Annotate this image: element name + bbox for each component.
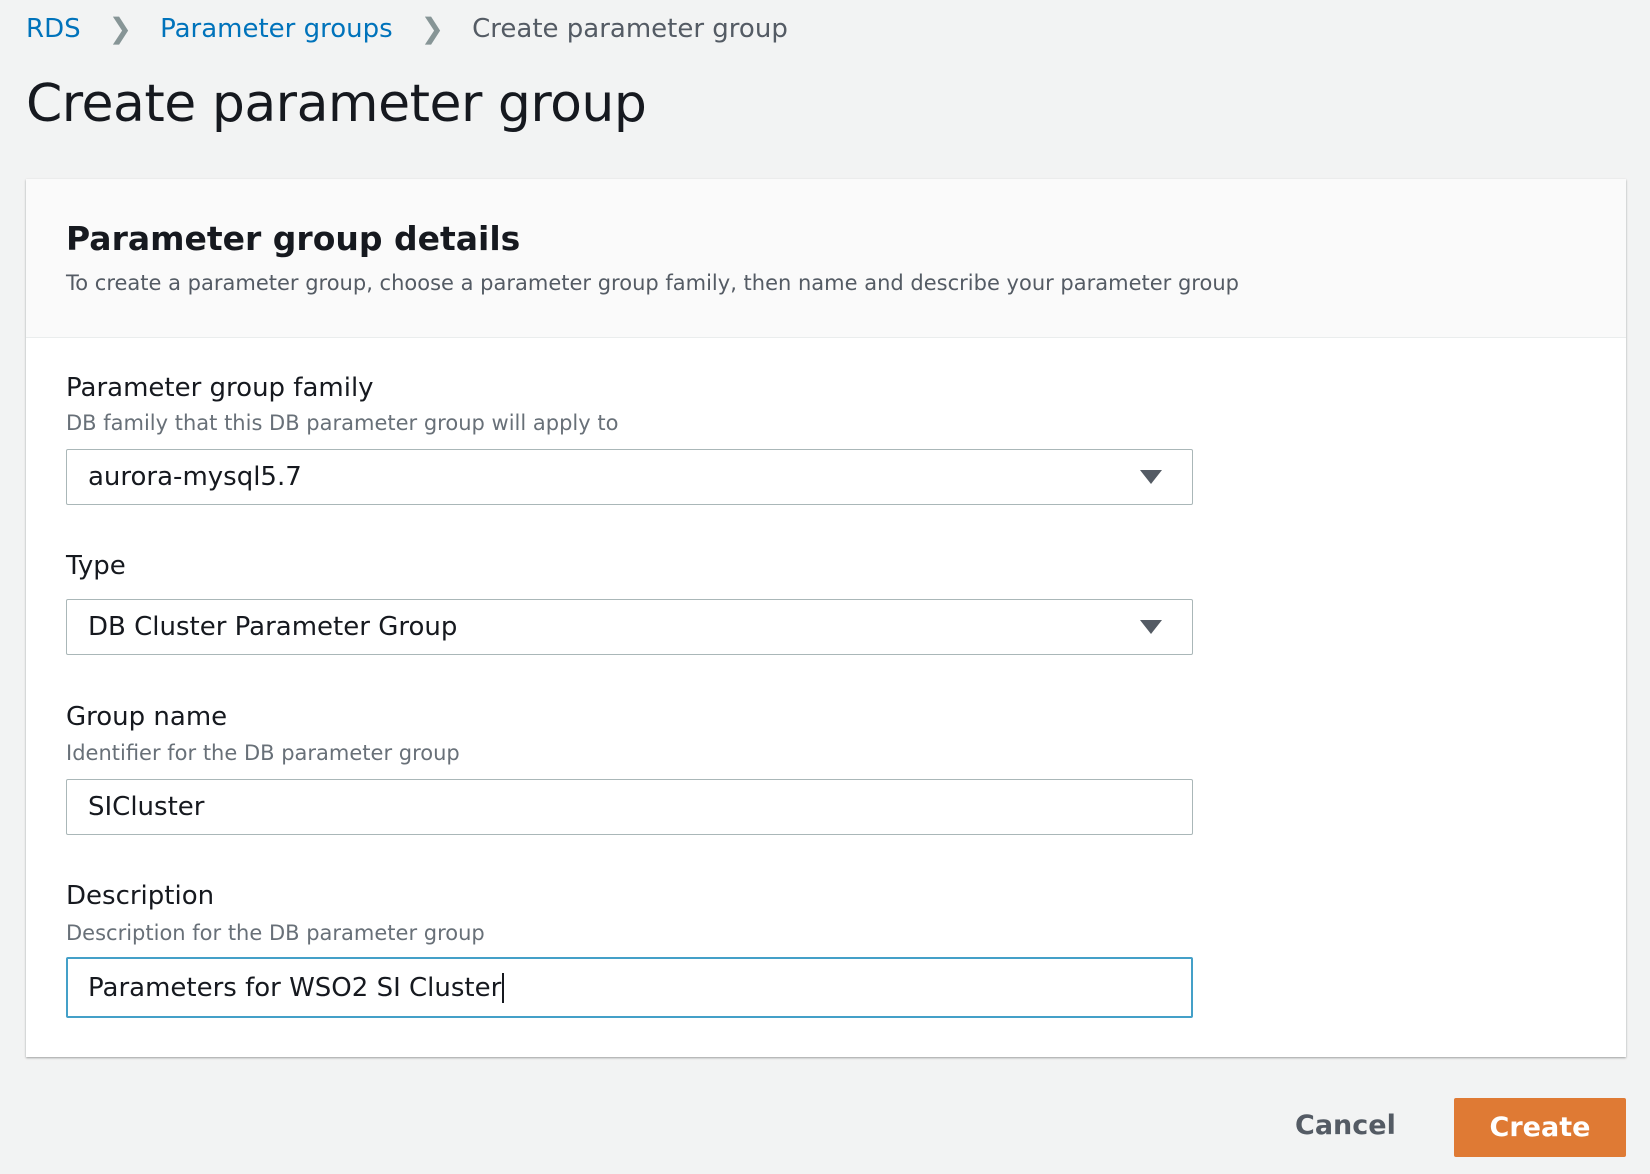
panel-header: Parameter group details To create a para… [26, 179, 1626, 338]
type-value: DB Cluster Parameter Group [88, 612, 458, 642]
family-label: Parameter group family [66, 373, 374, 403]
breadcrumb-rds[interactable]: RDS [26, 14, 81, 44]
cancel-button[interactable]: Cancel [1295, 1110, 1396, 1141]
description-label: Description [66, 881, 215, 911]
type-select[interactable]: DB Cluster Parameter Group [66, 599, 1193, 655]
group-name-input[interactable]: SICluster [66, 779, 1193, 835]
panel-title: Parameter group details [66, 219, 521, 258]
parameter-group-details-panel: Parameter group details To create a para… [26, 179, 1626, 1057]
description-value: Parameters for WSO2 SI Cluster [88, 972, 502, 1003]
family-select[interactable]: aurora-mysql5.7 [66, 449, 1193, 505]
family-value: aurora-mysql5.7 [88, 462, 302, 492]
description-hint: Description for the DB parameter group [66, 921, 485, 945]
panel-subtitle: To create a parameter group, choose a pa… [66, 271, 1239, 295]
create-button[interactable]: Create [1454, 1098, 1626, 1157]
family-hint: DB family that this DB parameter group w… [66, 411, 619, 435]
text-cursor [502, 972, 505, 1003]
type-label: Type [66, 551, 126, 581]
page-title: Create parameter group [26, 74, 647, 134]
breadcrumb-current: Create parameter group [472, 13, 788, 44]
breadcrumb: RDS ❯ Parameter groups ❯ Create paramete… [26, 12, 788, 45]
group-name-value: SICluster [88, 792, 205, 822]
description-input[interactable]: Parameters for WSO2 SI Cluster [66, 957, 1193, 1018]
chevron-right-icon: ❯ [420, 12, 445, 45]
group-name-hint: Identifier for the DB parameter group [66, 741, 460, 765]
caret-down-icon [1140, 620, 1162, 634]
chevron-right-icon: ❯ [108, 12, 133, 45]
caret-down-icon [1140, 470, 1162, 484]
breadcrumb-parameter-groups[interactable]: Parameter groups [160, 14, 393, 44]
group-name-label: Group name [66, 702, 228, 732]
